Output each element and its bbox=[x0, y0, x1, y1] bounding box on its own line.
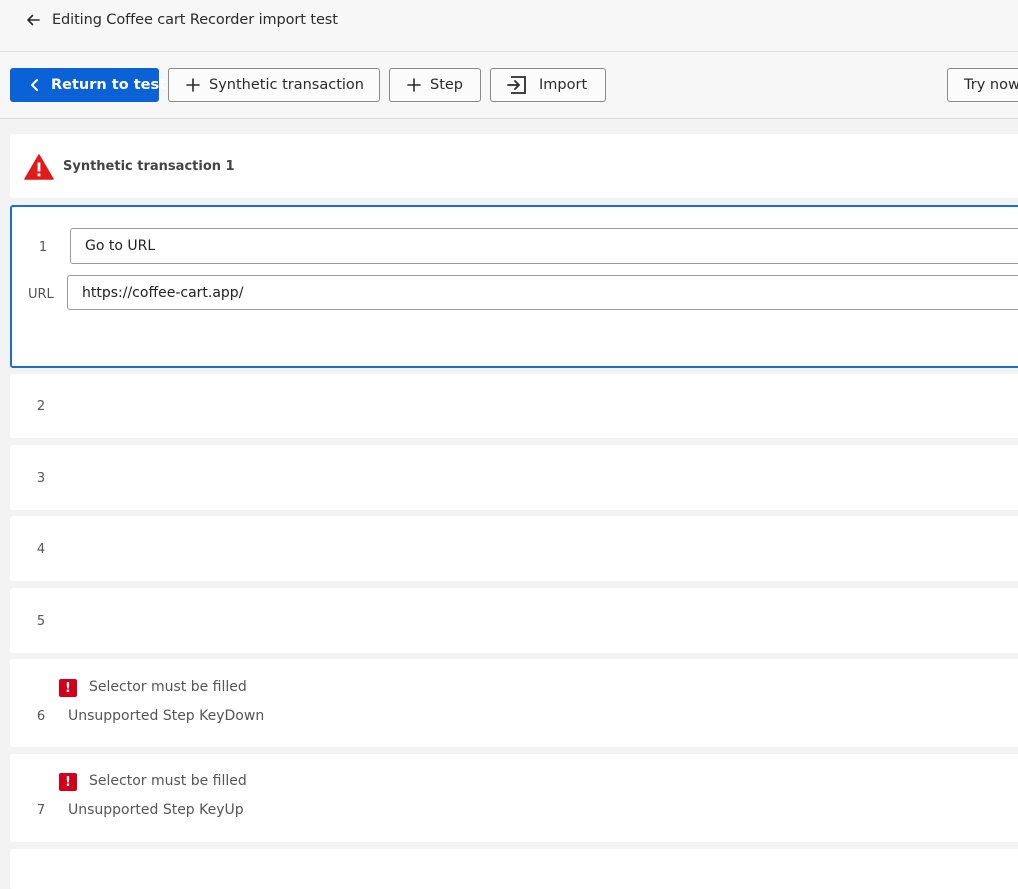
step-number: 4 bbox=[36, 542, 46, 557]
import-icon bbox=[507, 75, 529, 95]
error-message: Selector must be filled bbox=[89, 679, 247, 695]
chevron-left-icon bbox=[27, 77, 43, 93]
step-card[interactable]: 5 bbox=[10, 588, 1018, 653]
synthetic-transaction-label: Synthetic transaction bbox=[209, 77, 364, 93]
url-input[interactable]: https://coffee-cart.app/ bbox=[67, 275, 1018, 310]
plus-icon bbox=[406, 77, 422, 93]
step-action-value: Go to URL bbox=[85, 238, 156, 254]
plus-icon bbox=[185, 77, 201, 93]
step-label: Step bbox=[430, 77, 464, 93]
step-description: Unsupported Step KeyDown bbox=[68, 708, 265, 724]
step-number: 2 bbox=[36, 399, 46, 414]
toolbar: Return to test Synthetic transaction Ste… bbox=[0, 52, 1018, 119]
transaction-title: Synthetic transaction 1 bbox=[63, 159, 235, 174]
step-description: Unsupported Step KeyUp bbox=[68, 802, 244, 818]
step-card[interactable]: 4 bbox=[10, 516, 1018, 581]
url-value: https://coffee-cart.app/ bbox=[82, 284, 244, 301]
step-card[interactable]: ! Selector must be filled 7 Unsupported … bbox=[10, 754, 1018, 842]
import-button[interactable]: Import bbox=[490, 68, 606, 102]
step-card[interactable]: 1 Go to URL URL https://coffee-cart.app/ bbox=[10, 205, 1018, 368]
step-action-select[interactable]: Go to URL bbox=[70, 228, 1018, 264]
error-message: Selector must be filled bbox=[89, 773, 247, 789]
return-to-test-button[interactable]: Return to test bbox=[10, 68, 166, 102]
top-bar: Editing Coffee cart Recorder import test bbox=[0, 0, 1018, 52]
try-now-label: Try now bbox=[964, 77, 1018, 93]
arrow-left-icon[interactable] bbox=[24, 11, 42, 29]
transaction-header[interactable]: Synthetic transaction 1 bbox=[10, 134, 1018, 198]
warning-triangle-icon bbox=[24, 154, 54, 180]
add-step-button[interactable]: Step bbox=[389, 68, 481, 102]
step-number: 5 bbox=[36, 614, 46, 629]
import-label: Import bbox=[539, 77, 588, 93]
step-card[interactable] bbox=[10, 849, 1018, 889]
step-number: 7 bbox=[36, 803, 46, 818]
try-now-button[interactable]: Try now bbox=[947, 68, 1018, 102]
step-number: 6 bbox=[36, 709, 46, 724]
step-number: 1 bbox=[38, 240, 48, 255]
step-card[interactable]: ! Selector must be filled 6 Unsupported … bbox=[10, 659, 1018, 747]
error-exclamation-icon: ! bbox=[59, 773, 77, 791]
step-card[interactable]: 2 bbox=[10, 374, 1018, 438]
url-label: URL bbox=[28, 287, 54, 302]
add-synthetic-transaction-button[interactable]: Synthetic transaction bbox=[168, 68, 380, 102]
step-number: 3 bbox=[36, 471, 46, 486]
error-exclamation-icon: ! bbox=[59, 679, 77, 697]
return-to-test-label: Return to test bbox=[51, 77, 167, 93]
page-title: Editing Coffee cart Recorder import test bbox=[52, 12, 338, 28]
step-card[interactable]: 3 bbox=[10, 445, 1018, 510]
